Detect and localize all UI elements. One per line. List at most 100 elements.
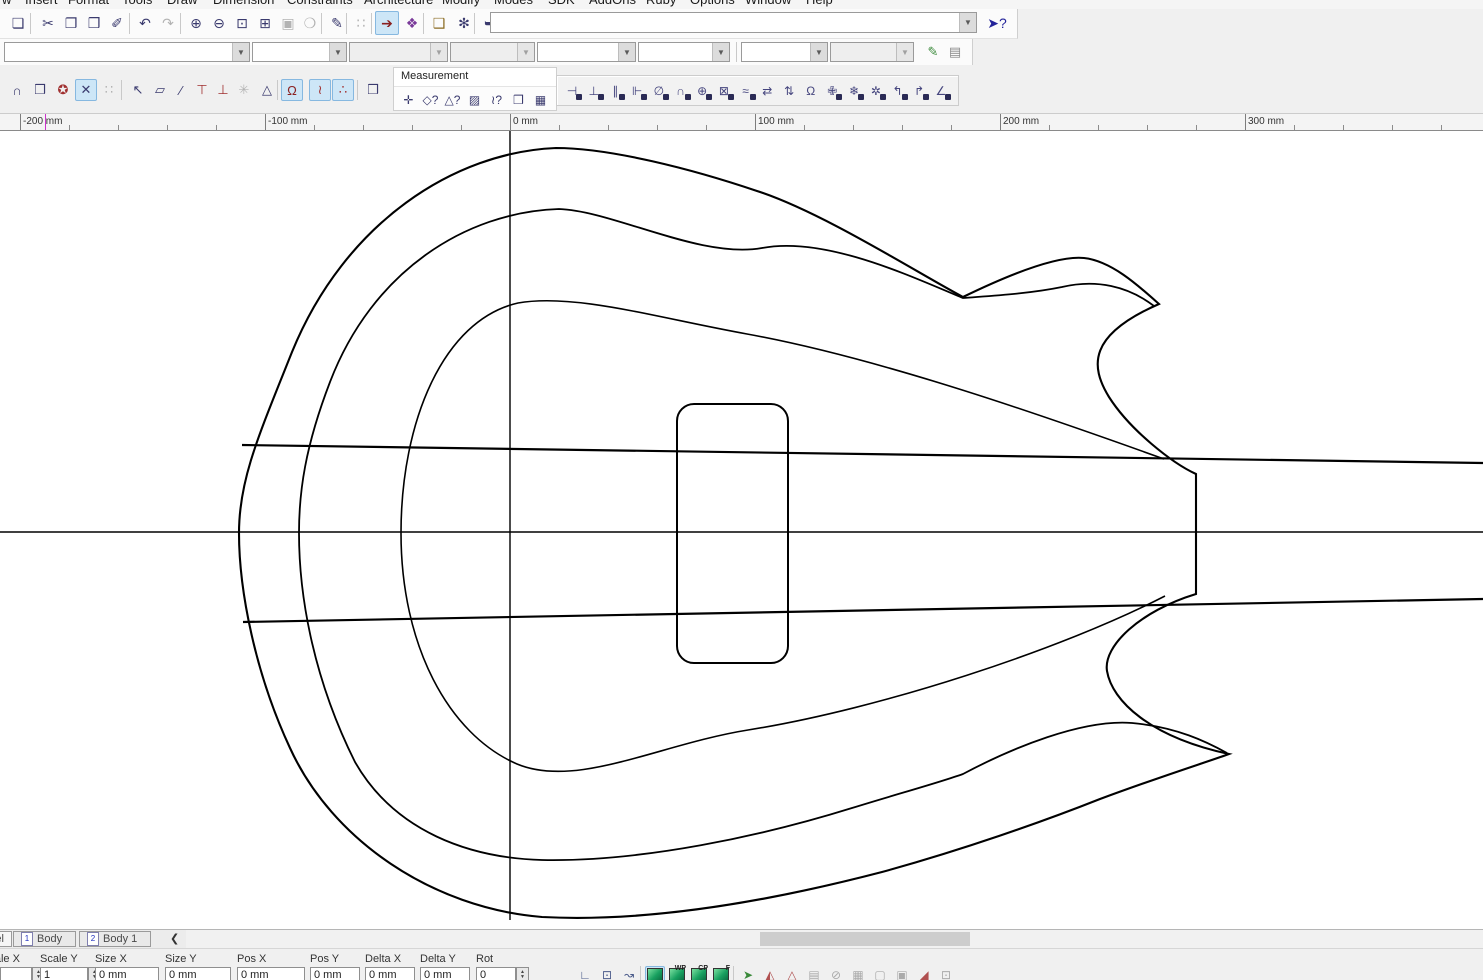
measure-surface-icon[interactable]: ▦ [530, 90, 551, 109]
measure-area-icon[interactable]: ▨ [464, 90, 485, 109]
zoom-out-button[interactable]: ⊖ [207, 11, 231, 35]
grid-snap-tool[interactable]: ∷ [98, 79, 120, 101]
open-drawing-button[interactable]: ❑ [427, 11, 451, 35]
frame-fill-mode-button[interactable]: ▣ [892, 966, 912, 980]
drawing-canvas[interactable] [0, 131, 1483, 929]
center-mode-button[interactable]: ⊡ [936, 966, 956, 980]
zoom-window-button[interactable]: ⊡ [230, 11, 254, 35]
arc-center-tool[interactable]: ∩ [6, 79, 28, 101]
pickup-route-rect[interactable] [677, 404, 788, 663]
horizontal-scrollbar[interactable] [186, 930, 1483, 948]
menu-item-options[interactable]: Options [690, 0, 735, 9]
menu-item-help[interactable]: Help [806, 0, 833, 9]
status-field-pos-x[interactable]: 0 mm [237, 967, 305, 980]
offset-down-tool[interactable]: ⊥ [212, 79, 234, 101]
box-3d-tool[interactable]: ❒ [29, 79, 51, 101]
status-field-scale-y[interactable]: 1 [40, 967, 88, 980]
new-drawing-button[interactable]: ✻ [452, 11, 476, 35]
menu-item-tools[interactable]: Tools [122, 0, 152, 9]
measure-path-icon[interactable]: ≀? [486, 90, 507, 109]
status-field-scale-x[interactable] [0, 967, 32, 980]
chevron-down-icon[interactable]: ▼ [430, 43, 447, 61]
measure-volume-icon[interactable]: ❒ [508, 90, 529, 109]
corner-horizontal-constraint[interactable]: ↰ [888, 81, 908, 100]
fix-arc-constraint[interactable]: Ω [801, 81, 821, 100]
fix-pattern-constraint[interactable]: ❄ [844, 81, 864, 100]
print-preview-button[interactable]: ❏ [6, 11, 30, 35]
frame-mode-button[interactable]: ▢ [870, 966, 890, 980]
select-wp-mode[interactable]: WP [667, 966, 687, 980]
extrude-box-tool[interactable]: ❒ [362, 79, 384, 101]
menu-item-architecture[interactable]: Architecture [364, 0, 433, 9]
menu-item-dimension[interactable]: Dimension [213, 0, 274, 9]
command-combo[interactable]: ▼ [490, 12, 977, 33]
select-cp-mode[interactable]: CP [689, 966, 709, 980]
combo-7[interactable]: ▼ [741, 42, 828, 62]
status-field-rot[interactable]: 0 [476, 967, 516, 980]
tangent-constraint[interactable]: ∅ [649, 81, 669, 100]
parallel-constraint[interactable]: ∥ [605, 81, 625, 100]
chevron-down-icon[interactable]: ▼ [959, 13, 976, 32]
combo-3[interactable]: ▼ [349, 42, 448, 62]
body-inner-outline[interactable] [299, 209, 1227, 860]
menu-item-format[interactable]: Format [68, 0, 109, 9]
tab-scroll-left-button[interactable]: ❮ [170, 932, 179, 945]
arc-tangent-constraint[interactable]: ∩ [671, 81, 691, 100]
no-fill-mode-button[interactable]: ⊘ [826, 966, 846, 980]
tab-body-1[interactable]: 2Body 1 [79, 931, 151, 947]
scrollbar-thumb[interactable] [760, 932, 970, 946]
pointer-snap-tool[interactable]: ↖ [127, 79, 149, 101]
trim-tool-button[interactable]: ⊡ [597, 966, 617, 980]
menu-item-w[interactable]: w [2, 0, 11, 9]
curve-fit-tool[interactable]: ∴ [332, 79, 354, 101]
measure-angle-icon[interactable]: △? [442, 90, 463, 109]
status-field-size-y[interactable]: 0 mm [165, 967, 231, 980]
chevron-down-icon[interactable]: ▼ [232, 43, 249, 61]
fix-midpoint-constraint[interactable]: ⊥ [584, 81, 604, 100]
zoom-in-button[interactable]: ⊕ [184, 11, 208, 35]
context-help-button[interactable]: ➤? [985, 11, 1009, 35]
format-painter-button[interactable]: ✐ [105, 11, 129, 35]
axes-cross-tool[interactable]: ✕ [75, 79, 97, 101]
body-carve-line[interactable] [401, 301, 1165, 772]
chevron-down-icon[interactable]: ▼ [896, 43, 913, 61]
spinner-control[interactable]: ▲▼ [516, 967, 529, 980]
menu-item-draw[interactable]: Draw [167, 0, 197, 9]
magnet-tool[interactable]: Ω [281, 79, 303, 101]
measure-length-icon[interactable]: ◇? [420, 90, 441, 109]
combo-8[interactable]: ▼ [830, 42, 914, 62]
guitar-template-drawing[interactable] [0, 131, 1483, 929]
fillet-tool-button[interactable]: ∟ [575, 966, 595, 980]
angle-mode-button[interactable]: ◢ [914, 966, 934, 980]
neck-bottom-line[interactable] [243, 599, 1483, 622]
mask-mode-button[interactable]: ▤ [804, 966, 824, 980]
fix-endpoint-constraint[interactable]: ⊣ [562, 81, 582, 100]
status-field-pos-y[interactable]: 0 mm [310, 967, 360, 980]
neck-top-line[interactable] [242, 445, 1483, 463]
copy-button[interactable]: ❐ [59, 11, 83, 35]
status-field-delta-y[interactable]: 0 mm [420, 967, 470, 980]
status-field-delta-x[interactable]: 0 mm [365, 967, 415, 980]
combo-5[interactable]: ▼ [537, 42, 636, 62]
vertical-distance-constraint[interactable]: ⇅ [779, 81, 799, 100]
chevron-down-icon[interactable]: ▼ [329, 43, 346, 61]
fix-box-constraint[interactable]: ⊠ [714, 81, 734, 100]
undo-button[interactable]: ↶ [133, 11, 157, 35]
menu-item-insert[interactable]: Insert [25, 0, 58, 9]
fix-line-constraint[interactable]: ⊩ [627, 81, 647, 100]
menu-item-addons[interactable]: AddOns [589, 0, 636, 9]
select-f-mode[interactable]: F [711, 966, 731, 980]
menu-item-modify[interactable]: Modify [442, 0, 480, 9]
overlap-mode-button[interactable]: △ [782, 966, 802, 980]
import-shape-button[interactable]: ❖ [400, 11, 424, 35]
zoom-page-button[interactable]: ▣ [276, 11, 300, 35]
pattern-arrow-constraint[interactable]: ✲ [866, 81, 886, 100]
concentric-constraint[interactable]: ⊕ [692, 81, 712, 100]
equal-curve-constraint[interactable]: ≈ [736, 81, 756, 100]
combo-6[interactable]: ▼ [638, 42, 730, 62]
cup-icon[interactable]: ▤ [944, 41, 966, 63]
corner-vertical-constraint[interactable]: ↱ [909, 81, 929, 100]
chevron-down-icon[interactable]: ▼ [618, 43, 635, 61]
flip-mode-button[interactable]: ◭ [760, 966, 780, 980]
menu-item-sdk[interactable]: SDK [548, 0, 575, 9]
